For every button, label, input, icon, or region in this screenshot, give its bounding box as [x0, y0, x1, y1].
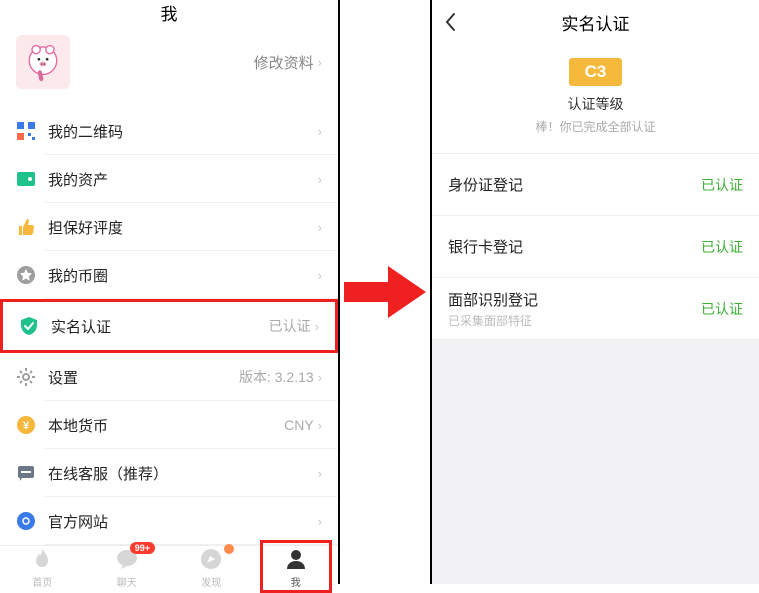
chevron-right-icon: › — [318, 55, 322, 70]
hero-title: 认证等级 — [432, 94, 759, 114]
menu-label: 设置 — [48, 367, 227, 388]
verify-item-face[interactable]: 面部识别登记 已采集面部特征 已认证 — [432, 278, 759, 340]
person-icon — [283, 546, 309, 572]
item-title: 银行卡登记 — [448, 236, 701, 257]
menu-label: 我的币圈 — [48, 265, 306, 286]
verify-item-bank[interactable]: 银行卡登记 已认证 — [432, 216, 759, 278]
tab-label: 我 — [291, 574, 301, 589]
tab-chat[interactable]: 99+ 聊天 — [85, 546, 170, 589]
badge: 99+ — [130, 542, 155, 554]
menu-label: 担保好评度 — [48, 217, 306, 238]
level-badge: C3 — [569, 58, 623, 86]
tab-me[interactable]: 我 — [254, 546, 339, 589]
verify-hero: C3 认证等级 棒！你已完成全部认证 — [432, 44, 759, 153]
arrow-right-icon — [342, 264, 428, 320]
hero-sub: 棒！你已完成全部认证 — [432, 118, 759, 135]
item-title: 身份证登记 — [448, 174, 701, 195]
item-sub: 已采集面部特征 — [448, 312, 701, 329]
profile-row[interactable]: 修改资料 › — [0, 25, 338, 107]
chevron-right-icon: › — [315, 319, 319, 334]
menu-website[interactable]: 官方网站 › — [0, 497, 338, 545]
menu-support[interactable]: 在线客服（推荐） › — [0, 449, 338, 497]
item-title: 面部识别登记 — [448, 289, 701, 310]
menu-qrcode[interactable]: 我的二维码 › — [0, 107, 338, 155]
item-status: 已认证 — [701, 175, 743, 195]
menu-local-currency[interactable]: ¥ 本地货币 CNY › — [0, 401, 338, 449]
notification-dot — [224, 544, 234, 554]
divider — [338, 0, 432, 584]
flame-icon — [29, 546, 55, 572]
chevron-right-icon: › — [318, 172, 322, 187]
version-text: 版本: 3.2.13 — [239, 367, 314, 387]
currency-value: CNY — [284, 417, 314, 433]
page-title: 实名认证 — [562, 10, 630, 35]
menu-label: 在线客服（推荐） — [48, 463, 306, 484]
chevron-right-icon: › — [318, 370, 322, 385]
empty-area — [432, 340, 759, 584]
chevron-right-icon: › — [318, 124, 322, 139]
menu-label: 我的二维码 — [48, 121, 306, 142]
verify-item-id[interactable]: 身份证登记 已认证 — [432, 154, 759, 216]
me-screen: 我 修改资料 › — [0, 0, 338, 584]
wallet-icon — [16, 169, 36, 189]
tab-discover[interactable]: 发现 — [169, 546, 254, 589]
tab-label: 聊天 — [117, 574, 137, 589]
edit-profile-label: 修改资料 — [254, 52, 314, 73]
item-status: 已认证 — [701, 237, 743, 257]
menu-label: 我的资产 — [48, 169, 306, 190]
header: 实名认证 — [432, 0, 759, 44]
menu-label: 本地货币 — [48, 415, 272, 436]
chat-icon — [16, 463, 36, 483]
chevron-right-icon: › — [318, 514, 322, 529]
chevron-right-icon: › — [318, 220, 322, 235]
item-status: 已认证 — [701, 299, 743, 319]
tabbar: 首页 99+ 聊天 发现 我 — [0, 545, 338, 589]
edit-profile-link[interactable]: 修改资料 › — [254, 52, 322, 73]
menu-rating[interactable]: 担保好评度 › — [0, 203, 338, 251]
chevron-right-icon: › — [318, 418, 322, 433]
currency-icon: ¥ — [16, 415, 36, 435]
menu-label: 官方网站 — [48, 511, 306, 532]
back-button[interactable] — [444, 0, 456, 44]
menu-settings[interactable]: 设置 版本: 3.2.13 › — [0, 353, 338, 401]
thumbs-up-icon — [16, 217, 36, 237]
menu-label: 实名认证 — [51, 316, 257, 337]
verify-status: 已认证 — [269, 316, 311, 336]
menu-verify[interactable]: 实名认证 已认证 › — [0, 299, 338, 353]
shield-check-icon — [19, 316, 39, 336]
chevron-right-icon: › — [318, 268, 322, 283]
svg-text:¥: ¥ — [23, 420, 30, 432]
compass-icon — [198, 546, 224, 572]
verify-screen: 实名认证 C3 认证等级 棒！你已完成全部认证 身份证登记 已认证 银行卡登记 … — [432, 0, 759, 584]
gear-icon — [16, 367, 36, 387]
tab-label: 发现 — [201, 574, 221, 589]
qrcode-icon — [16, 121, 36, 141]
page-title: 我 — [0, 0, 338, 25]
avatar — [16, 35, 70, 89]
menu-assets[interactable]: 我的资产 › — [0, 155, 338, 203]
tab-home[interactable]: 首页 — [0, 546, 85, 589]
link-icon — [16, 511, 36, 531]
menu-coin-circle[interactable]: 我的币圈 › — [0, 251, 338, 299]
chevron-right-icon: › — [318, 466, 322, 481]
star-icon — [16, 265, 36, 285]
tab-label: 首页 — [32, 574, 52, 589]
